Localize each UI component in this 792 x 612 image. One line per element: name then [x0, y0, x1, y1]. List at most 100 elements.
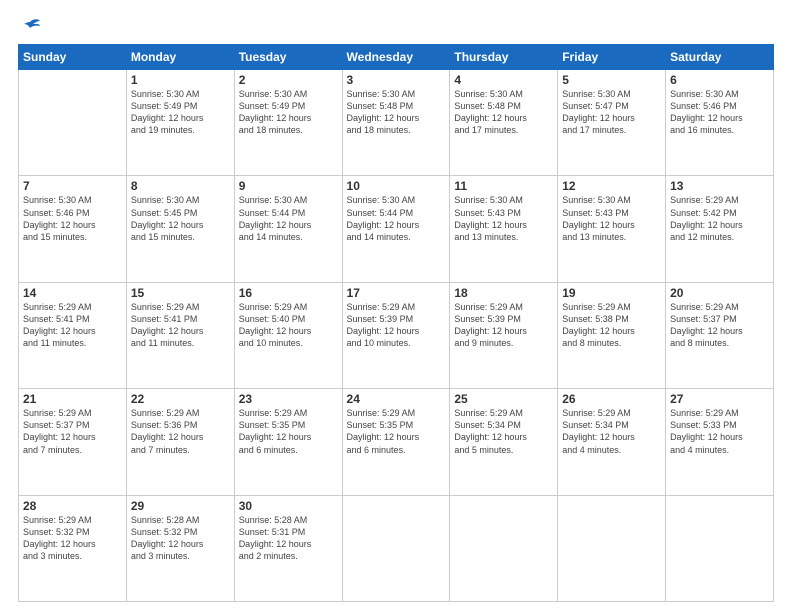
- calendar-cell: 24Sunrise: 5:29 AMSunset: 5:35 PMDayligh…: [342, 389, 450, 495]
- day-number: 23: [239, 392, 338, 406]
- day-number: 11: [454, 179, 553, 193]
- day-number: 18: [454, 286, 553, 300]
- cell-info: Sunrise: 5:30 AMSunset: 5:44 PMDaylight:…: [239, 194, 338, 243]
- calendar-cell: 1Sunrise: 5:30 AMSunset: 5:49 PMDaylight…: [126, 70, 234, 176]
- day-number: 30: [239, 499, 338, 513]
- day-number: 6: [670, 73, 769, 87]
- cell-info: Sunrise: 5:29 AMSunset: 5:39 PMDaylight:…: [454, 301, 553, 350]
- day-number: 26: [562, 392, 661, 406]
- calendar-cell: 13Sunrise: 5:29 AMSunset: 5:42 PMDayligh…: [666, 176, 774, 282]
- day-number: 28: [23, 499, 122, 513]
- calendar-cell: 28Sunrise: 5:29 AMSunset: 5:32 PMDayligh…: [19, 495, 127, 601]
- day-number: 2: [239, 73, 338, 87]
- day-number: 17: [347, 286, 446, 300]
- day-number: 25: [454, 392, 553, 406]
- days-header-row: SundayMondayTuesdayWednesdayThursdayFrid…: [19, 45, 774, 70]
- cell-info: Sunrise: 5:29 AMSunset: 5:35 PMDaylight:…: [239, 407, 338, 456]
- cell-info: Sunrise: 5:29 AMSunset: 5:37 PMDaylight:…: [670, 301, 769, 350]
- calendar-cell: 21Sunrise: 5:29 AMSunset: 5:37 PMDayligh…: [19, 389, 127, 495]
- cell-info: Sunrise: 5:30 AMSunset: 5:44 PMDaylight:…: [347, 194, 446, 243]
- cell-info: Sunrise: 5:29 AMSunset: 5:42 PMDaylight:…: [670, 194, 769, 243]
- day-header-monday: Monday: [126, 45, 234, 70]
- day-number: 16: [239, 286, 338, 300]
- week-row-3: 14Sunrise: 5:29 AMSunset: 5:41 PMDayligh…: [19, 282, 774, 388]
- cell-info: Sunrise: 5:28 AMSunset: 5:31 PMDaylight:…: [239, 514, 338, 563]
- day-header-saturday: Saturday: [666, 45, 774, 70]
- calendar-cell: [558, 495, 666, 601]
- cell-info: Sunrise: 5:29 AMSunset: 5:38 PMDaylight:…: [562, 301, 661, 350]
- week-row-5: 28Sunrise: 5:29 AMSunset: 5:32 PMDayligh…: [19, 495, 774, 601]
- day-number: 10: [347, 179, 446, 193]
- day-number: 1: [131, 73, 230, 87]
- calendar-cell: [19, 70, 127, 176]
- day-number: 3: [347, 73, 446, 87]
- day-header-thursday: Thursday: [450, 45, 558, 70]
- cell-info: Sunrise: 5:29 AMSunset: 5:33 PMDaylight:…: [670, 407, 769, 456]
- calendar-cell: 29Sunrise: 5:28 AMSunset: 5:32 PMDayligh…: [126, 495, 234, 601]
- calendar-cell: 18Sunrise: 5:29 AMSunset: 5:39 PMDayligh…: [450, 282, 558, 388]
- cell-info: Sunrise: 5:30 AMSunset: 5:49 PMDaylight:…: [239, 88, 338, 137]
- day-number: 24: [347, 392, 446, 406]
- day-number: 8: [131, 179, 230, 193]
- day-number: 20: [670, 286, 769, 300]
- calendar-cell: 14Sunrise: 5:29 AMSunset: 5:41 PMDayligh…: [19, 282, 127, 388]
- calendar-cell: 22Sunrise: 5:29 AMSunset: 5:36 PMDayligh…: [126, 389, 234, 495]
- calendar-cell: 27Sunrise: 5:29 AMSunset: 5:33 PMDayligh…: [666, 389, 774, 495]
- day-header-wednesday: Wednesday: [342, 45, 450, 70]
- cell-info: Sunrise: 5:30 AMSunset: 5:47 PMDaylight:…: [562, 88, 661, 137]
- cell-info: Sunrise: 5:30 AMSunset: 5:46 PMDaylight:…: [23, 194, 122, 243]
- day-number: 27: [670, 392, 769, 406]
- cell-info: Sunrise: 5:30 AMSunset: 5:45 PMDaylight:…: [131, 194, 230, 243]
- page: SundayMondayTuesdayWednesdayThursdayFrid…: [0, 0, 792, 612]
- cell-info: Sunrise: 5:29 AMSunset: 5:41 PMDaylight:…: [23, 301, 122, 350]
- calendar-cell: 16Sunrise: 5:29 AMSunset: 5:40 PMDayligh…: [234, 282, 342, 388]
- day-number: 15: [131, 286, 230, 300]
- cell-info: Sunrise: 5:29 AMSunset: 5:40 PMDaylight:…: [239, 301, 338, 350]
- cell-info: Sunrise: 5:30 AMSunset: 5:46 PMDaylight:…: [670, 88, 769, 137]
- logo: [18, 18, 40, 34]
- calendar-cell: [450, 495, 558, 601]
- calendar-cell: 5Sunrise: 5:30 AMSunset: 5:47 PMDaylight…: [558, 70, 666, 176]
- calendar-cell: 23Sunrise: 5:29 AMSunset: 5:35 PMDayligh…: [234, 389, 342, 495]
- calendar-cell: 3Sunrise: 5:30 AMSunset: 5:48 PMDaylight…: [342, 70, 450, 176]
- day-number: 19: [562, 286, 661, 300]
- cell-info: Sunrise: 5:30 AMSunset: 5:49 PMDaylight:…: [131, 88, 230, 137]
- calendar-cell: 17Sunrise: 5:29 AMSunset: 5:39 PMDayligh…: [342, 282, 450, 388]
- calendar-cell: 2Sunrise: 5:30 AMSunset: 5:49 PMDaylight…: [234, 70, 342, 176]
- day-number: 4: [454, 73, 553, 87]
- day-number: 7: [23, 179, 122, 193]
- calendar-cell: 12Sunrise: 5:30 AMSunset: 5:43 PMDayligh…: [558, 176, 666, 282]
- cell-info: Sunrise: 5:30 AMSunset: 5:43 PMDaylight:…: [454, 194, 553, 243]
- day-number: 22: [131, 392, 230, 406]
- cell-info: Sunrise: 5:29 AMSunset: 5:41 PMDaylight:…: [131, 301, 230, 350]
- cell-info: Sunrise: 5:30 AMSunset: 5:48 PMDaylight:…: [347, 88, 446, 137]
- calendar-cell: 10Sunrise: 5:30 AMSunset: 5:44 PMDayligh…: [342, 176, 450, 282]
- calendar-cell: 30Sunrise: 5:28 AMSunset: 5:31 PMDayligh…: [234, 495, 342, 601]
- cell-info: Sunrise: 5:30 AMSunset: 5:48 PMDaylight:…: [454, 88, 553, 137]
- calendar-cell: 6Sunrise: 5:30 AMSunset: 5:46 PMDaylight…: [666, 70, 774, 176]
- header: [18, 18, 774, 34]
- cell-info: Sunrise: 5:29 AMSunset: 5:34 PMDaylight:…: [454, 407, 553, 456]
- day-number: 5: [562, 73, 661, 87]
- calendar-cell: 7Sunrise: 5:30 AMSunset: 5:46 PMDaylight…: [19, 176, 127, 282]
- day-header-sunday: Sunday: [19, 45, 127, 70]
- cell-info: Sunrise: 5:29 AMSunset: 5:39 PMDaylight:…: [347, 301, 446, 350]
- calendar-cell: [666, 495, 774, 601]
- cell-info: Sunrise: 5:29 AMSunset: 5:35 PMDaylight:…: [347, 407, 446, 456]
- cell-info: Sunrise: 5:29 AMSunset: 5:34 PMDaylight:…: [562, 407, 661, 456]
- day-number: 21: [23, 392, 122, 406]
- day-number: 13: [670, 179, 769, 193]
- week-row-2: 7Sunrise: 5:30 AMSunset: 5:46 PMDaylight…: [19, 176, 774, 282]
- day-number: 14: [23, 286, 122, 300]
- day-number: 29: [131, 499, 230, 513]
- cell-info: Sunrise: 5:29 AMSunset: 5:37 PMDaylight:…: [23, 407, 122, 456]
- day-number: 12: [562, 179, 661, 193]
- calendar: SundayMondayTuesdayWednesdayThursdayFrid…: [18, 44, 774, 602]
- calendar-cell: 8Sunrise: 5:30 AMSunset: 5:45 PMDaylight…: [126, 176, 234, 282]
- logo-bird-icon: [20, 18, 40, 34]
- calendar-cell: 15Sunrise: 5:29 AMSunset: 5:41 PMDayligh…: [126, 282, 234, 388]
- day-number: 9: [239, 179, 338, 193]
- calendar-cell: 4Sunrise: 5:30 AMSunset: 5:48 PMDaylight…: [450, 70, 558, 176]
- calendar-cell: [342, 495, 450, 601]
- cell-info: Sunrise: 5:28 AMSunset: 5:32 PMDaylight:…: [131, 514, 230, 563]
